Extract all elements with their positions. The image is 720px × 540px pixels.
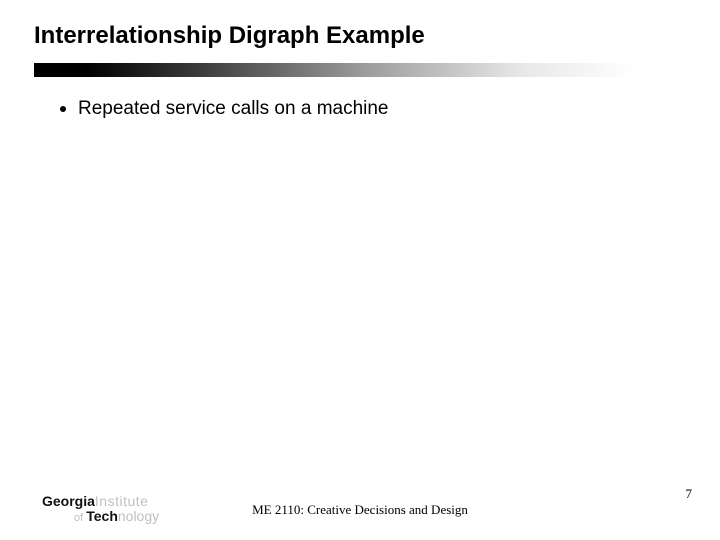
bullet-item: Repeated service calls on a machine [60, 98, 389, 120]
footer-course-label: ME 2110: Creative Decisions and Design [252, 502, 468, 518]
page-number: 7 [686, 486, 693, 502]
title-divider [34, 63, 686, 77]
logo-institute-text: Institute [95, 493, 149, 509]
logo-nology-text: nology [118, 508, 159, 524]
bullet-dot-icon [60, 106, 66, 112]
logo-tech-text: Tech [86, 508, 118, 524]
logo-georgia-text: Georgia [42, 493, 95, 509]
slide-title: Interrelationship Digraph Example [34, 22, 425, 50]
bullet-text: Repeated service calls on a machine [78, 98, 389, 120]
georgia-tech-logo: GeorgiaInstitute of Technology [42, 494, 192, 526]
logo-of-text: of [74, 512, 86, 524]
